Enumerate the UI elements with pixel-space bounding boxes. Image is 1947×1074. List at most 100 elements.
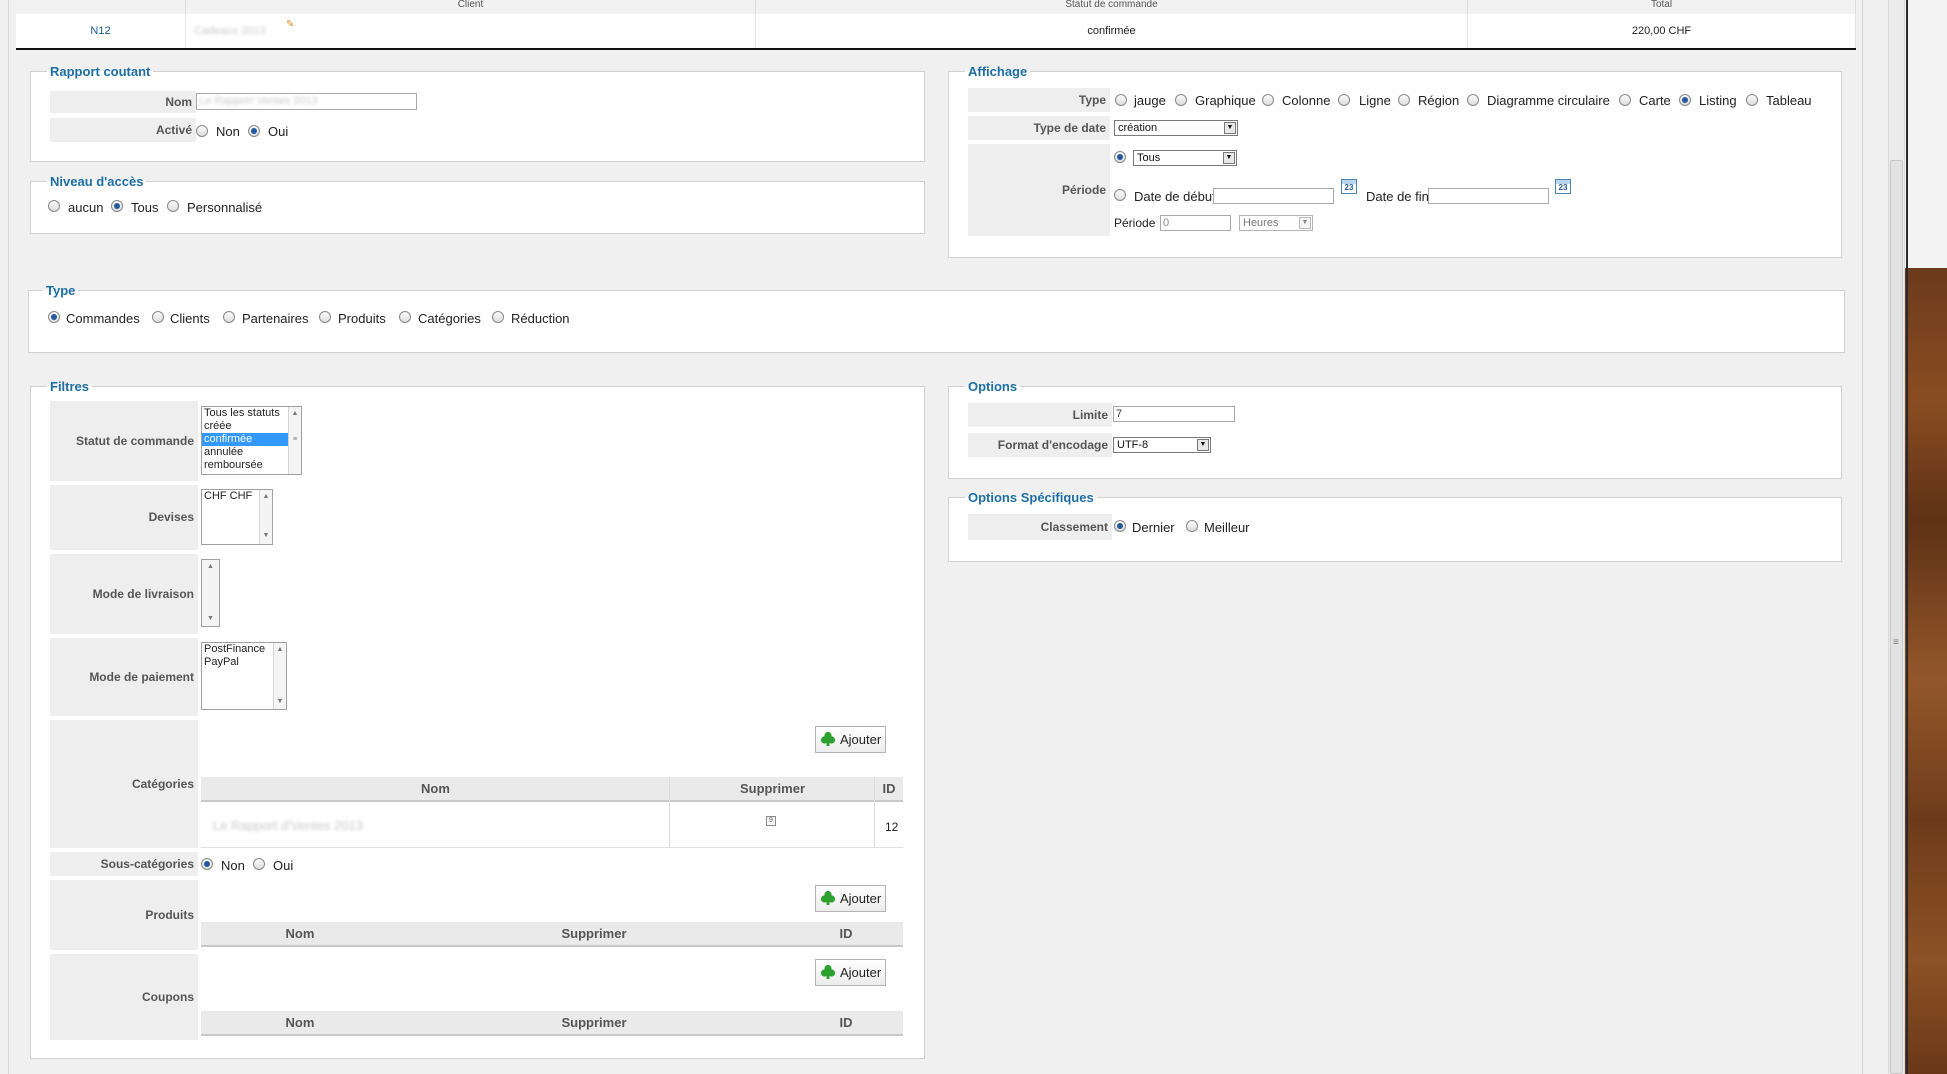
coupons-col-id: ID (789, 1011, 903, 1036)
coupons-col-supprimer: Supprimer (399, 1011, 789, 1036)
devises-label: Devises (50, 485, 198, 550)
desktop-background (1905, 0, 1947, 1074)
chevron-down-icon: ▼ (1224, 122, 1236, 134)
ajouter-label: Ajouter (840, 891, 882, 906)
type-reduction-label: Réduction (511, 311, 570, 326)
order-total-cell: 220,00 CHF (1468, 14, 1856, 48)
categories-ajouter-button[interactable]: Ajouter (815, 726, 887, 753)
order-client-cell: Cadeaux 2013 (186, 14, 756, 48)
produits-col-id: ID (789, 922, 903, 947)
active-non-radio[interactable] (196, 125, 208, 137)
nom-input[interactable]: Le Rapport Ventes 2013 (196, 93, 417, 110)
type-listing-radio[interactable] (1679, 94, 1691, 106)
listbox-scrollbar[interactable]: ▲ ▼ (202, 560, 219, 626)
date-fin-input[interactable] (1428, 188, 1549, 204)
statut-option-selected[interactable]: confirmée (202, 433, 301, 446)
categories-col-id: ID (875, 777, 903, 802)
periode-select[interactable]: Tous ▼ (1133, 150, 1237, 166)
statut-listbox[interactable]: Tous les statuts créée confirmée annulée… (201, 406, 302, 475)
periode-value-input[interactable]: 0 (1160, 215, 1231, 231)
type-de-date-label: Type de date (968, 116, 1110, 140)
type-colonne-label: Colonne (1282, 93, 1331, 108)
statut-option[interactable]: annulée (202, 446, 301, 459)
listbox-scrollbar[interactable]: ▲ ▼ (259, 490, 272, 544)
scrollbar-grip-icon: ≡ (1893, 637, 1899, 648)
livraison-listbox[interactable]: ▲ ▼ (201, 559, 220, 627)
table-header-total[interactable]: Total (1468, 0, 1856, 14)
listbox-scrollbar[interactable]: ▲ ▼ (273, 643, 286, 709)
order-id-link[interactable]: N12 (16, 14, 186, 48)
type-de-date-select[interactable]: création ▼ (1114, 120, 1238, 136)
type-produits-radio[interactable] (319, 311, 331, 323)
encodage-select[interactable]: UTF-8 ▼ (1113, 437, 1211, 453)
page-scrollbar-thumb[interactable] (1890, 160, 1903, 1074)
limite-input[interactable]: 7 (1113, 406, 1235, 422)
type-jauge-label: jauge (1134, 93, 1166, 108)
calendar-icon[interactable]: 23 (1341, 179, 1357, 194)
niveau-personnalise-radio[interactable] (167, 200, 179, 212)
categories-label: Catégories (50, 720, 198, 848)
type-graphique-radio[interactable] (1175, 94, 1187, 106)
classement-meilleur-radio[interactable] (1186, 520, 1198, 532)
niveau-aucun-label: aucun (68, 200, 104, 215)
souscat-oui-label: Oui (273, 858, 294, 873)
calendar-icon[interactable]: 23 (1555, 179, 1571, 194)
affichage-type-label: Type (968, 88, 1110, 112)
produits-col-supprimer: Supprimer (399, 922, 789, 947)
periode-unit-select[interactable]: Heures ▼ (1239, 215, 1313, 231)
type-reduction-radio[interactable] (492, 311, 504, 323)
categorie-row-name: Le Rapport d'Ventes 2013 (213, 818, 363, 833)
type-region-radio[interactable] (1398, 94, 1410, 106)
type-clients-radio[interactable] (152, 311, 164, 323)
periode-dates-radio[interactable] (1114, 189, 1126, 201)
date-fin-label: Date de fin (1366, 189, 1429, 204)
type-tableau-radio[interactable] (1746, 94, 1758, 106)
type-colonne-radio[interactable] (1262, 94, 1274, 106)
coupons-label: Coupons (50, 954, 198, 1040)
coupons-ajouter-button[interactable]: Ajouter (815, 959, 887, 986)
type-graphique-label: Graphique (1195, 93, 1256, 108)
devises-listbox[interactable]: CHF CHF ▲ ▼ (201, 489, 273, 545)
type-diagramme-radio[interactable] (1467, 94, 1479, 106)
date-debut-label: Date de début (1134, 189, 1216, 204)
type-ligne-radio[interactable] (1338, 94, 1350, 106)
active-oui-radio[interactable] (248, 125, 260, 137)
delete-checkbox[interactable]: 9 (766, 816, 776, 826)
table-header-status[interactable]: Statut de commande (756, 0, 1468, 14)
classement-dernier-radio[interactable] (1114, 520, 1126, 532)
type-categories-radio[interactable] (399, 311, 411, 323)
active-oui-label: Oui (268, 124, 289, 139)
type-categories-label: Catégories (418, 311, 481, 326)
souscat-non-radio[interactable] (201, 858, 213, 870)
type-jauge-radio[interactable] (1115, 94, 1127, 106)
categorie-row-id: 12 (885, 820, 899, 834)
listbox-scrollbar[interactable]: ▲≡▼ (288, 407, 301, 474)
type-partenaires-radio[interactable] (223, 311, 235, 323)
grid-row-border (201, 847, 903, 848)
table-header-blank (16, 0, 186, 14)
statut-option[interactable]: remboursée (202, 459, 301, 472)
niveau-tous-radio[interactable] (111, 200, 123, 212)
periode-tous-radio[interactable] (1114, 151, 1126, 163)
statut-option[interactable]: créée (202, 420, 301, 433)
table-header-client[interactable]: Client (186, 0, 756, 14)
categories-col-supprimer: Supprimer (670, 777, 875, 802)
type-listing-label: Listing (1699, 93, 1737, 108)
paiement-listbox[interactable]: PostFinance PayPal ▲ ▼ (201, 642, 287, 710)
edit-pencil-icon[interactable]: ✎ (286, 20, 295, 30)
type-diagramme-label: Diagramme circulaire (1487, 93, 1610, 108)
periode-label: Période (968, 144, 1110, 236)
date-debut-input[interactable] (1213, 188, 1334, 204)
type-commandes-label: Commandes (66, 311, 140, 326)
type-carte-radio[interactable] (1619, 94, 1631, 106)
window-border (1906, 0, 1908, 1074)
type-ligne-label: Ligne (1359, 93, 1391, 108)
souscat-oui-radio[interactable] (253, 858, 265, 870)
type-commandes-radio[interactable] (48, 311, 60, 323)
chevron-down-icon: ▼ (1299, 217, 1311, 229)
paiement-label: Mode de paiement (50, 638, 198, 716)
niveau-aucun-radio[interactable] (48, 200, 60, 212)
statut-option[interactable]: Tous les statuts (202, 407, 301, 420)
produits-ajouter-button[interactable]: Ajouter (815, 885, 887, 912)
encodage-label: Format d'encodage (968, 433, 1112, 457)
